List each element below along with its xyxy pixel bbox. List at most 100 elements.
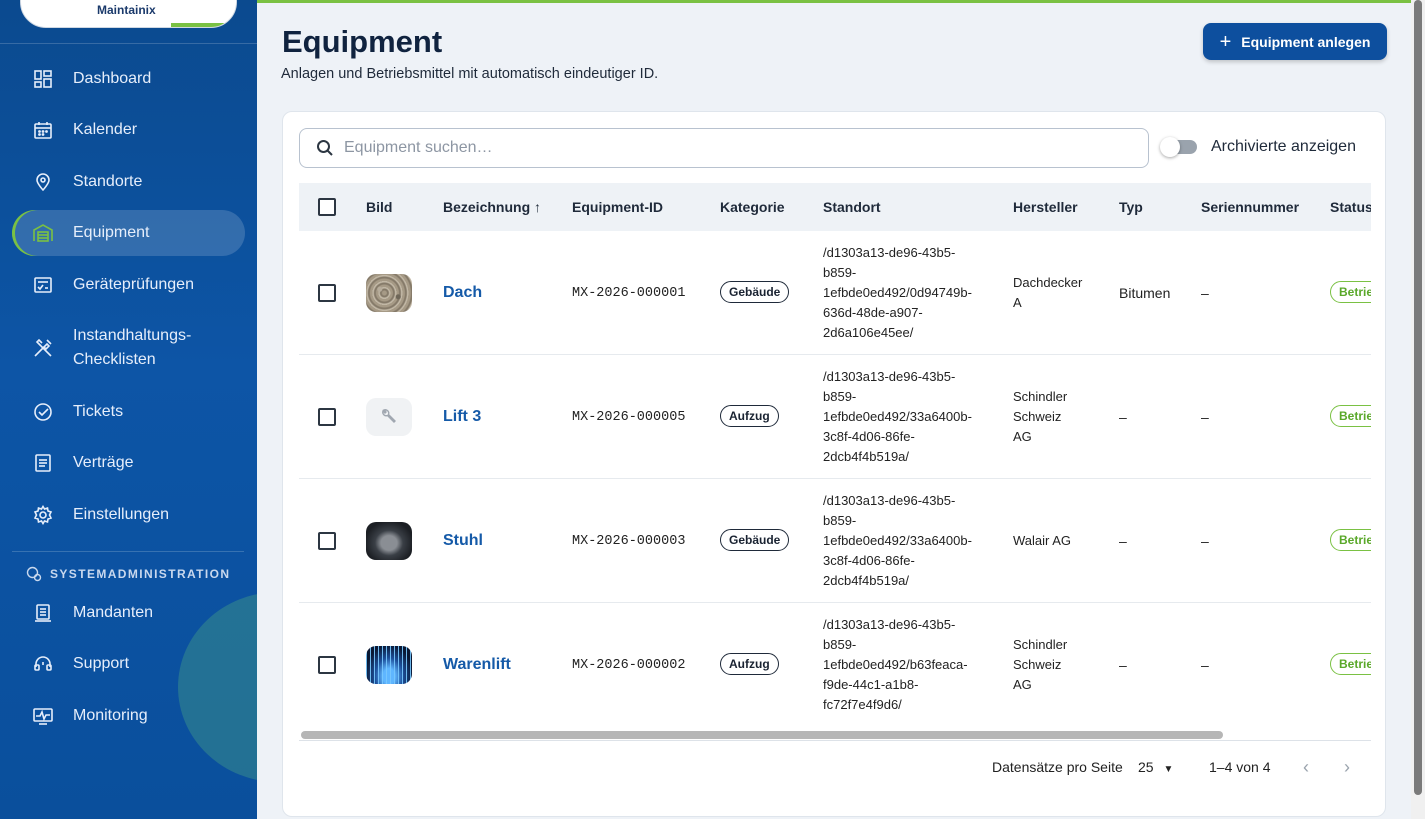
serial-value: – <box>1201 657 1209 673</box>
location-line: 2d6a106e45ee/ <box>823 325 914 340</box>
table-header: Bild Bezeichnung ↑ Equipment-ID Kategori… <box>299 183 1371 231</box>
column-header-equipment-id[interactable]: Equipment-ID <box>572 199 663 215</box>
sidebar-item-tickets[interactable]: Tickets <box>12 389 245 435</box>
table-row[interactable]: Lift 3 MX-2026-000005 Aufzug /d1303a13-d… <box>299 355 1371 479</box>
row-checkbox[interactable] <box>318 532 336 550</box>
rows-per-page-select[interactable]: 25 ▼ <box>1138 759 1173 775</box>
location-line: /d1303a13-de96-43b5- <box>823 369 956 384</box>
serial-value: – <box>1201 533 1209 549</box>
search-input[interactable] <box>344 139 1124 157</box>
manufacturer-line: AG <box>1013 677 1032 692</box>
status-badge: Betrieb <box>1330 529 1371 551</box>
checkbox-list-icon <box>31 275 55 295</box>
plus-icon: + <box>1219 30 1232 53</box>
category-chip: Aufzug <box>720 405 779 427</box>
sidebar-item-label: Mandanten <box>73 604 154 621</box>
equipment-name-link[interactable]: Stuhl <box>443 532 483 550</box>
row-checkbox[interactable] <box>318 656 336 674</box>
sidebar-divider <box>0 43 257 44</box>
top-accent-line <box>257 0 1425 3</box>
toggle-thumb[interactable] <box>1160 137 1180 157</box>
location-path: /d1303a13-de96-43b5- b859- 1efbde0ed492/… <box>823 367 993 467</box>
manufacturer-line: Schindler <box>1013 637 1068 652</box>
column-header-hersteller[interactable]: Hersteller <box>1013 199 1078 215</box>
column-header-bezeichnung[interactable]: Bezeichnung ↑ <box>443 199 541 215</box>
location-line: 2dcb4f4b519a/ <box>823 573 910 588</box>
monitor-icon <box>31 706 55 726</box>
dropdown-arrow-icon: ▼ <box>1163 764 1174 775</box>
location-line: 1efbde0ed492/0d94749b- <box>823 285 972 300</box>
location-line: 3c8f-4d06-86fe- <box>823 429 915 444</box>
table-row[interactable]: Dach MX-2026-000001 Gebäude /d1303a13-de… <box>299 231 1371 355</box>
category-chip: Gebäude <box>720 281 790 303</box>
manufacturer-line: Walair AG <box>1013 533 1072 548</box>
next-page-icon[interactable]: › <box>1344 757 1350 778</box>
sidebar-item-label: Tickets <box>73 403 124 420</box>
sidebar-item-label: Einstellungen <box>73 506 170 523</box>
location-line: b859- <box>823 513 857 528</box>
equipment-name-link[interactable]: Dach <box>443 284 482 302</box>
sidebar-item-label: Dashboard <box>73 70 152 87</box>
sidebar-item-geraetepruefungen[interactable]: Geräteprüfungen <box>12 262 245 308</box>
location-line: 1efbde0ed492/33a6400b- <box>823 409 972 424</box>
location-pin-icon <box>31 172 55 192</box>
logo-card[interactable]: Maintainix <box>20 0 237 28</box>
equipment-id: MX-2026-000002 <box>572 658 686 673</box>
column-header-bild: Bild <box>366 199 393 215</box>
add-equipment-button[interactable]: + Equipment anlegen <box>1203 23 1387 60</box>
location-line: /d1303a13-de96-43b5- <box>823 245 956 260</box>
column-header-kategorie[interactable]: Kategorie <box>720 199 785 215</box>
logo-accent-bar <box>171 23 236 27</box>
sidebar-item-support[interactable]: Support <box>12 641 245 687</box>
sidebar-item-dashboard[interactable]: Dashboard <box>12 56 245 102</box>
search-box[interactable] <box>299 128 1149 168</box>
sidebar-item-standorte[interactable]: Standorte <box>12 159 245 205</box>
location-path: /d1303a13-de96-43b5- b859- 1efbde0ed492/… <box>823 491 993 591</box>
rows-per-page-label: Datensätze pro Seite <box>992 759 1123 775</box>
page-scrollbar-thumb[interactable] <box>1414 0 1422 795</box>
headset-icon <box>31 654 55 674</box>
row-checkbox[interactable] <box>318 408 336 426</box>
equipment-name-link[interactable]: Lift 3 <box>443 408 481 426</box>
equipment-id: MX-2026-000005 <box>572 410 686 425</box>
column-header-status[interactable]: Status <box>1330 199 1371 215</box>
serial-value: – <box>1201 409 1209 425</box>
manufacturer-line: Schweiz <box>1013 409 1062 424</box>
sidebar-item-label: Kalender <box>73 121 138 138</box>
category-chip: Gebäude <box>720 529 790 551</box>
horizontal-scrollbar-thumb[interactable] <box>301 731 1223 739</box>
sidebar-item-label: Instandhaltungs- Checklisten <box>73 324 191 372</box>
sidebar-item-equipment[interactable]: Equipment <box>12 210 245 256</box>
sidebar-item-kalender[interactable]: Kalender <box>12 107 245 153</box>
page-subtitle: Anlagen und Betriebsmittel mit automatis… <box>281 66 659 82</box>
sidebar-item-label: Support <box>73 655 130 672</box>
sidebar-item-vertraege[interactable]: Verträge <box>12 440 245 486</box>
sidebar-item-monitoring[interactable]: Monitoring <box>12 693 245 739</box>
location-line: 2dcb4f4b519a/ <box>823 449 910 464</box>
location-line: b859- <box>823 265 857 280</box>
column-header-seriennummer[interactable]: Seriennummer <box>1201 199 1299 215</box>
location-path: /d1303a13-de96-43b5- b859- 1efbde0ed492/… <box>823 615 993 715</box>
building-icon <box>31 223 55 243</box>
row-checkbox[interactable] <box>318 284 336 302</box>
admin-gear-icon <box>26 566 42 582</box>
equipment-name-link[interactable]: Warenlift <box>443 656 511 674</box>
sidebar-item-checklisten[interactable]: Instandhaltungs- Checklisten <box>12 319 245 377</box>
tenants-icon <box>31 603 55 623</box>
previous-page-icon[interactable]: ‹ <box>1303 757 1309 778</box>
sidebar-item-einstellungen[interactable]: Einstellungen <box>12 492 245 538</box>
add-equipment-label: Equipment anlegen <box>1241 33 1371 50</box>
archive-toggle-label: Archivierte anzeigen <box>1211 138 1356 155</box>
page-scrollbar[interactable] <box>1411 0 1425 819</box>
column-header-standort[interactable]: Standort <box>823 199 881 215</box>
archive-toggle[interactable]: Archivierte anzeigen <box>1160 137 1356 157</box>
location-line: b859- <box>823 637 857 652</box>
column-header-typ[interactable]: Typ <box>1119 199 1143 215</box>
equipment-table: Bild Bezeichnung ↑ Equipment-ID Kategori… <box>299 183 1371 743</box>
table-row[interactable]: Stuhl MX-2026-000003 Gebäude /d1303a13-d… <box>299 479 1371 603</box>
equipment-id: MX-2026-000003 <box>572 534 686 549</box>
select-all-checkbox[interactable] <box>318 198 336 216</box>
sidebar-item-mandanten[interactable]: Mandanten <box>12 590 245 636</box>
table-row[interactable]: Warenlift MX-2026-000002 Aufzug /d1303a1… <box>299 603 1371 727</box>
toggle-track[interactable] <box>1160 137 1197 157</box>
